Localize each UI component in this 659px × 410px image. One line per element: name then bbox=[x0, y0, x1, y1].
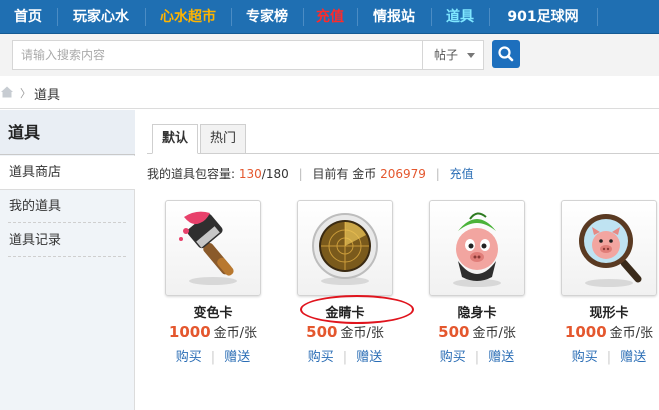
item-name: 现形卡 bbox=[589, 306, 629, 321]
sidebar-item-shop[interactable]: 道具商店 bbox=[0, 156, 135, 190]
sidebar-item-my-props[interactable]: 我的道具 bbox=[0, 190, 135, 224]
item-price: 1000 金币/张 bbox=[145, 322, 281, 341]
breadcrumb: 〉 道具 bbox=[0, 76, 659, 109]
nav-expert-rank[interactable]: 专家榜 bbox=[232, 0, 302, 34]
price-amount: 1000 bbox=[168, 323, 211, 341]
gift-link[interactable]: 赠送 bbox=[488, 350, 514, 365]
sidebar-divider bbox=[8, 256, 126, 257]
item-thumbnail[interactable] bbox=[165, 200, 261, 296]
chevron-right-icon: 〉 bbox=[20, 87, 31, 100]
price-amount: 500 bbox=[306, 323, 338, 341]
search-icon bbox=[498, 46, 514, 62]
item-price: 500 金币/张 bbox=[277, 322, 413, 341]
coins-label: 目前有 金币 bbox=[312, 167, 377, 181]
gift-link[interactable]: 赠送 bbox=[224, 350, 250, 365]
tab-default[interactable]: 默认 bbox=[152, 124, 198, 154]
gift-link[interactable]: 赠送 bbox=[356, 350, 382, 365]
nav-player-picks[interactable]: 玩家心水 bbox=[58, 0, 144, 34]
sidebar-item-records[interactable]: 道具记录 bbox=[0, 224, 135, 258]
item-name: 隐身卡 bbox=[457, 306, 497, 321]
price-unit: 金币/张 bbox=[213, 326, 258, 341]
sidebar-title: 道具 bbox=[0, 110, 135, 155]
item-card: 金睛卡 500 金币/张 购买 | 赠送 bbox=[277, 200, 409, 370]
item-thumbnail[interactable] bbox=[297, 200, 393, 296]
tab-hot[interactable]: 热门 bbox=[200, 124, 246, 154]
capacity-used: 130 bbox=[238, 167, 262, 181]
nav-recharge[interactable]: 充值 bbox=[304, 0, 356, 34]
item-thumbnail[interactable] bbox=[561, 200, 657, 296]
buy-link[interactable]: 购买 bbox=[176, 350, 202, 365]
item-actions: 购买 | 赠送 bbox=[409, 346, 545, 365]
divider: | bbox=[606, 350, 612, 365]
highlight-ellipse bbox=[300, 295, 414, 324]
radar-icon bbox=[312, 213, 378, 285]
coins-value: 206979 bbox=[380, 167, 426, 181]
capacity-info: 我的道具包容量: 130/180 | 目前有 金币 206979 | 充值 bbox=[147, 165, 474, 182]
item-card: 隐身卡 500 金币/张 购买 | 赠送 bbox=[409, 200, 541, 370]
chevron-down-icon bbox=[467, 53, 475, 58]
item-card: 变色卡 1000 金币/张 购买 | 赠送 bbox=[145, 200, 277, 370]
gift-link[interactable]: 赠送 bbox=[620, 350, 646, 365]
buy-link[interactable]: 购买 bbox=[572, 350, 598, 365]
price-unit: 金币/张 bbox=[472, 326, 516, 341]
buy-link[interactable]: 购买 bbox=[308, 350, 334, 365]
item-price: 1000 金币/张 bbox=[541, 322, 659, 341]
nav-divider bbox=[597, 8, 598, 26]
sidebar-divider bbox=[8, 222, 126, 223]
capacity-label: 我的道具包容量: bbox=[147, 167, 236, 181]
breadcrumb-current: 道具 bbox=[34, 88, 61, 103]
item-name: 变色卡 bbox=[193, 306, 233, 321]
magnifier-pig-icon bbox=[579, 214, 642, 287]
nav-picks-market[interactable]: 心水超市 bbox=[146, 0, 230, 34]
recharge-link[interactable]: 充值 bbox=[450, 167, 474, 181]
divider: | bbox=[298, 167, 303, 181]
divider: | bbox=[210, 350, 216, 365]
paint-brush-icon bbox=[179, 211, 237, 285]
item-actions: 购买 | 赠送 bbox=[145, 346, 281, 365]
item-actions: 购买 | 赠送 bbox=[277, 346, 413, 365]
capacity-total: /180 bbox=[261, 167, 289, 181]
nav-home[interactable]: 首页 bbox=[0, 0, 56, 34]
price-unit: 金币/张 bbox=[609, 326, 654, 341]
sidebar: 道具 道具商店 我的道具 道具记录 bbox=[0, 110, 135, 410]
search-scope-select[interactable]: 帖子 bbox=[422, 40, 484, 70]
search-button[interactable] bbox=[492, 40, 520, 68]
nav-intel[interactable]: 情报站 bbox=[358, 0, 430, 34]
divider: | bbox=[435, 167, 440, 181]
divider: | bbox=[342, 350, 348, 365]
nav-901-football[interactable]: 901足球网 bbox=[490, 0, 596, 34]
divider: | bbox=[474, 350, 480, 365]
item-card: 现形卡 1000 金币/张 购买 | 赠送 bbox=[541, 200, 659, 370]
buy-link[interactable]: 购买 bbox=[440, 350, 466, 365]
top-nav: 首页 玩家心水 心水超市 专家榜 充值 情报站 道具 901足球网 bbox=[0, 0, 659, 34]
pig-disguise-icon bbox=[453, 212, 501, 287]
item-actions: 购买 | 赠送 bbox=[541, 346, 659, 365]
search-bar: 请输入搜索内容 帖子 bbox=[0, 34, 659, 76]
nav-props[interactable]: 道具 bbox=[432, 0, 488, 34]
price-unit: 金币/张 bbox=[340, 326, 384, 341]
price-amount: 1000 bbox=[564, 323, 607, 341]
search-scope-label: 帖子 bbox=[434, 48, 459, 62]
search-input[interactable]: 请输入搜索内容 bbox=[12, 40, 422, 70]
home-icon[interactable] bbox=[0, 85, 14, 99]
item-price: 500 金币/张 bbox=[409, 322, 545, 341]
price-amount: 500 bbox=[438, 323, 470, 341]
item-thumbnail[interactable] bbox=[429, 200, 525, 296]
